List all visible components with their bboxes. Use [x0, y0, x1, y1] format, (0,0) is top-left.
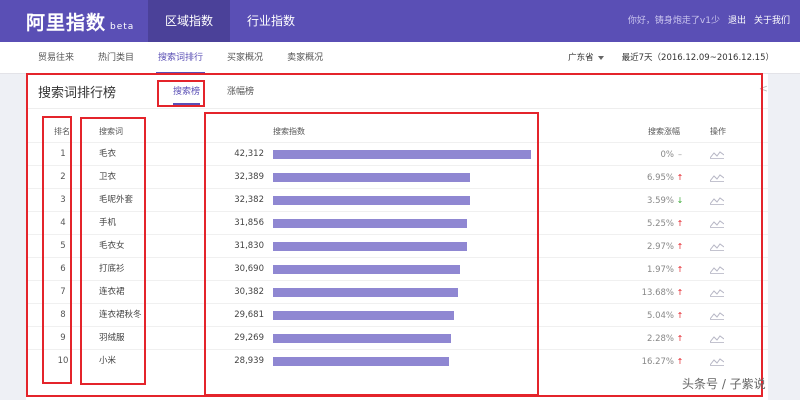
sub-nav-sellers[interactable]: 卖家概况: [275, 42, 335, 74]
province-value: 广东省: [568, 53, 594, 63]
sub-nav-buyers[interactable]: 买家概况: [215, 42, 275, 74]
sub-nav: 贸易往来 热门类目 搜索词排行 买家概况 卖家概况: [26, 42, 335, 74]
about-link[interactable]: 关于我们: [754, 0, 790, 42]
chevron-down-icon: [597, 55, 604, 60]
greeting-text: 你好，铸身炮走了v1少: [627, 16, 720, 26]
logout-link[interactable]: 退出: [728, 0, 746, 42]
filters: 广东省 最近7天（2016.12.09~2016.12.15）: [568, 42, 774, 74]
top-tab-region-index[interactable]: 区域指数: [148, 0, 231, 42]
sub-nav-trade[interactable]: 贸易往来: [26, 42, 86, 74]
brand-name: 阿里指数: [26, 12, 107, 34]
top-tab-industry-index[interactable]: 行业指数: [230, 0, 312, 42]
date-range-value: 最近7天（2016.12.09~2016.12.15）: [621, 53, 774, 63]
highlight-box-card: [26, 73, 763, 397]
sub-nav-hot-category[interactable]: 热门类目: [86, 42, 146, 74]
brand-logo[interactable]: 阿里指数 beta: [26, 8, 134, 35]
brand-badge: beta: [110, 22, 135, 32]
sub-nav-bar: 贸易往来 热门类目 搜索词排行 买家概况 卖家概况 广东省 最近7天（2016.…: [0, 42, 800, 74]
sub-nav-search-rank[interactable]: 搜索词排行: [146, 42, 215, 74]
province-select[interactable]: 广东省: [568, 42, 604, 74]
watermark: 头条号 / 子紫说: [682, 377, 766, 391]
top-nav: 区域指数 行业指数: [148, 0, 312, 42]
user-menu: 你好，铸身炮走了v1少 退出 关于我们: [628, 0, 790, 42]
top-bar: 阿里指数 beta 区域指数 行业指数 你好，铸身炮走了v1少 退出 关于我们: [0, 0, 800, 42]
date-range-select[interactable]: 最近7天（2016.12.09~2016.12.15）: [622, 42, 774, 74]
